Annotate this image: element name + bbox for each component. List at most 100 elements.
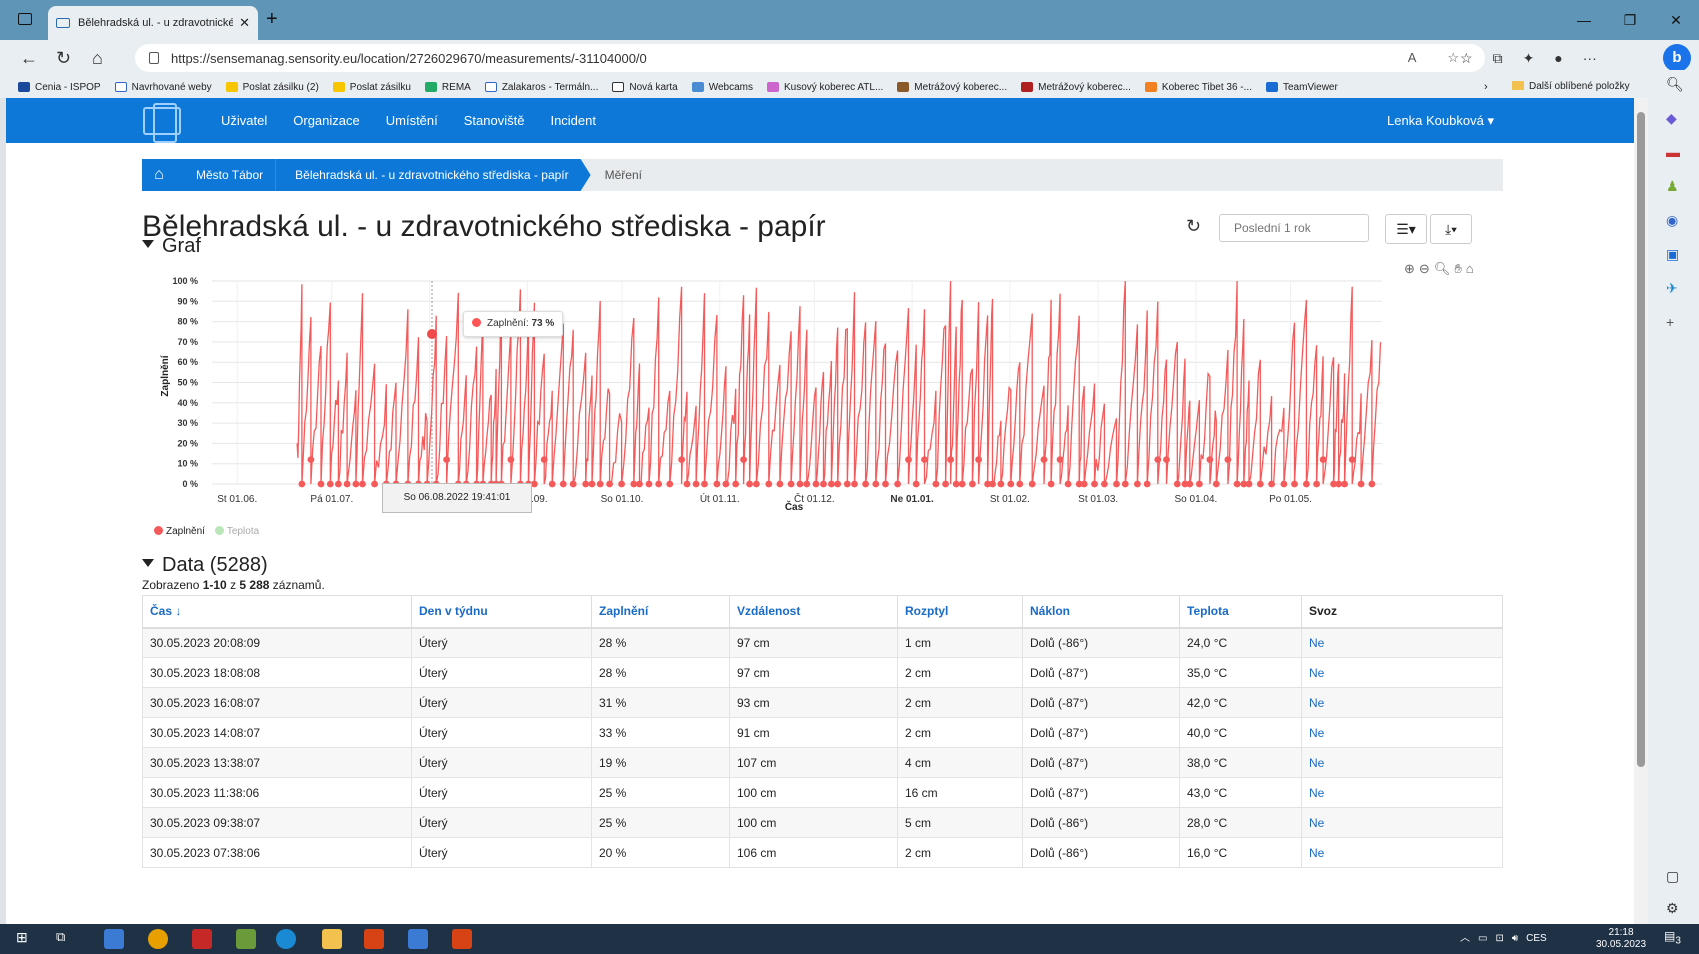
taskbar-clock[interactable]: 21:18 30.05.2023 — [1596, 927, 1646, 951]
send-icon[interactable]: ✈ — [1666, 280, 1678, 297]
notifications-icon[interactable]: ▤3 — [1664, 929, 1684, 949]
row-svoz-cell[interactable]: Ne — [1301, 717, 1503, 748]
col-header-vzdalenost[interactable]: Vzdálenost — [729, 595, 898, 629]
col-header-zaplneni[interactable]: Zaplnění — [591, 595, 730, 629]
nav-link-umisteni[interactable]: Umístění — [386, 113, 438, 128]
new-tab-icon[interactable]: + — [266, 8, 278, 31]
row-svoz-cell[interactable]: Ne — [1301, 627, 1503, 658]
nav-link-stanoviste[interactable]: Stanoviště — [464, 113, 525, 128]
edge-icon[interactable] — [276, 929, 296, 949]
home-icon[interactable]: ⌂ — [92, 40, 103, 76]
more-icon[interactable]: ··· — [1583, 50, 1597, 66]
settings-icon[interactable]: ⚙ — [1666, 900, 1679, 917]
breadcrumb-location[interactable]: Bělehradská ul. - u zdravotnického střed… — [275, 159, 590, 191]
bookmark-item[interactable]: TeamViewer — [1265, 82, 1338, 93]
search-icon[interactable]: 🔍︎ — [1666, 76, 1684, 93]
breadcrumb-city[interactable]: Město Tábor — [176, 159, 276, 191]
bookmark-item[interactable]: Metrážový koberec... — [897, 82, 1007, 93]
network-icon[interactable]: ⊡ — [1495, 924, 1503, 954]
collections-icon[interactable]: ⧉ — [1493, 50, 1503, 67]
row-svoz-cell[interactable]: Ne — [1301, 777, 1503, 808]
battery-icon[interactable]: ▭ — [1478, 924, 1487, 954]
task-view-icon[interactable]: ⧉ — [56, 929, 76, 949]
mail-icon[interactable] — [408, 929, 428, 949]
table-row[interactable]: 30.05.2023 18:08:08 Úterý 28 % 97 cm 2 cm Dol… — [142, 657, 1503, 688]
legend-item-zaplneni[interactable]: Zaplnění — [154, 526, 205, 537]
table-row[interactable]: 30.05.2023 14:08:07 Úterý 33 % 91 cm 2 cm Dol… — [142, 717, 1503, 748]
bookmark-item[interactable]: Koberec Tibet 36 -... — [1144, 82, 1252, 93]
bookmark-item[interactable]: REMA — [424, 82, 471, 93]
row-svoz-cell[interactable]: Ne — [1301, 687, 1503, 718]
language-indicator[interactable]: CES — [1526, 924, 1547, 954]
col-header-rozptyl[interactable]: Rozptyl — [897, 595, 1023, 629]
refresh-icon[interactable]: ↻ — [1186, 216, 1201, 237]
app-logo[interactable] — [143, 103, 181, 143]
url-field[interactable]: https://sensemanag.sensority.eu/location… — [135, 44, 1485, 72]
col-header-teplota[interactable]: Teplota — [1179, 595, 1302, 629]
legend-item-teplota[interactable]: Teplota — [214, 526, 259, 537]
taskbar-app-icon[interactable] — [364, 929, 384, 949]
period-input[interactable] — [1219, 214, 1369, 242]
tools-icon[interactable]: ▬ — [1666, 144, 1680, 160]
close-tab-icon[interactable]: ✕ — [239, 15, 250, 31]
row-svoz-cell[interactable]: Ne — [1301, 837, 1503, 868]
zoom-out-icon[interactable]: ⊖ — [1419, 261, 1430, 277]
nav-link-uzivatel[interactable]: Uživatel — [221, 113, 267, 128]
table-row[interactable]: 30.05.2023 09:38:07 Úterý 25 % 100 cm 5 cm Do… — [142, 807, 1503, 838]
powerpoint-icon[interactable] — [452, 929, 472, 949]
scrollbar-thumb[interactable] — [1637, 112, 1645, 767]
add-icon[interactable]: + — [1666, 314, 1674, 330]
bing-icon[interactable]: b — [1663, 44, 1691, 72]
other-favorites[interactable]: Další oblíbené položky — [1512, 76, 1630, 98]
row-svoz-cell[interactable]: Ne — [1301, 747, 1503, 778]
file-explorer-icon[interactable] — [322, 929, 342, 949]
favorites-icon[interactable]: ☆ — [1460, 50, 1473, 67]
row-svoz-cell[interactable]: Ne — [1301, 657, 1503, 688]
columns-dropdown-button[interactable]: ☰▾ — [1385, 214, 1427, 244]
tab-actions-icon[interactable] — [18, 13, 32, 25]
bookmarks-overflow-icon[interactable]: › — [1484, 76, 1488, 98]
bookmark-item[interactable]: Webcams — [691, 82, 753, 93]
back-icon[interactable]: ← — [20, 40, 38, 76]
nav-link-incident[interactable]: Incident — [550, 113, 596, 128]
nav-link-organizace[interactable]: Organizace — [293, 113, 359, 128]
reset-zoom-icon[interactable]: ⌂ — [1466, 261, 1474, 277]
restore-icon[interactable]: ❐ — [1607, 0, 1653, 40]
lock-icon[interactable] — [149, 52, 159, 64]
table-row[interactable]: 30.05.2023 07:38:06 Úterý 20 % 106 cm 2 cm Do… — [142, 837, 1503, 868]
taskbar-app-icon[interactable] — [192, 929, 212, 949]
extensions-icon[interactable]: ✦ — [1523, 50, 1535, 67]
windows-start-icon[interactable]: ⊞ — [16, 929, 36, 949]
taskbar-app-icon[interactable] — [104, 929, 124, 949]
export-dropdown-button[interactable]: ⤓▾ — [1430, 214, 1472, 244]
vertical-scrollbar[interactable] — [1634, 98, 1648, 924]
bookmark-item[interactable]: Nová karta — [612, 82, 678, 93]
home-icon[interactable]: ⌂ — [142, 159, 176, 191]
bookmark-item[interactable]: Cenia - ISPOP — [18, 82, 101, 93]
reload-icon[interactable]: ↻ — [56, 40, 71, 76]
profile-icon[interactable]: ● — [1554, 50, 1562, 66]
shopping-icon[interactable]: ◆ — [1666, 110, 1677, 127]
table-row[interactable]: 30.05.2023 11:38:06 Úterý 25 % 100 cm 16 cm D… — [142, 777, 1503, 808]
pan-icon[interactable]: ✋︎ — [1454, 261, 1461, 277]
taskbar-app-icon[interactable] — [236, 929, 256, 949]
col-header-cas[interactable]: Čas ↓ — [142, 595, 412, 629]
games-icon[interactable]: ♟ — [1666, 178, 1679, 195]
tray-expand-icon[interactable]: ︿ — [1460, 924, 1470, 954]
browser-tab[interactable]: Bělehradská ul. - u zdravotnické ✕ — [48, 6, 258, 40]
bookmark-item[interactable]: Kusový koberec ATL... — [766, 82, 883, 93]
col-header-naklon[interactable]: Náklon — [1022, 595, 1180, 629]
bookmark-item[interactable]: Zalakaros - Termáln... — [484, 82, 598, 93]
bookmark-item[interactable]: Poslat zásilku — [332, 82, 411, 93]
row-svoz-cell[interactable]: Ne — [1301, 807, 1503, 838]
volume-icon[interactable]: 🔊︎ — [1512, 924, 1518, 954]
office-icon[interactable]: ◉ — [1666, 212, 1678, 229]
bookmark-item[interactable]: Poslat zásilku (2) — [225, 82, 319, 93]
zoom-select-icon[interactable]: 🔍︎ — [1434, 261, 1451, 277]
table-row[interactable]: 30.05.2023 20:08:09 Úterý 28 % 97 cm 1 cm Dol… — [142, 627, 1503, 658]
data-section-toggle[interactable]: Data (5288) — [142, 554, 268, 577]
bookmark-item[interactable]: Metrážový koberec... — [1021, 82, 1131, 93]
minimize-icon[interactable]: — — [1561, 0, 1607, 40]
fill-level-chart[interactable]: 100 % 90 % 80 % 70 % 60 % 50 % 40 % 30 % 20 % 10 … — [142, 256, 1412, 521]
bookmark-item[interactable]: Navrhované weby — [114, 82, 212, 93]
